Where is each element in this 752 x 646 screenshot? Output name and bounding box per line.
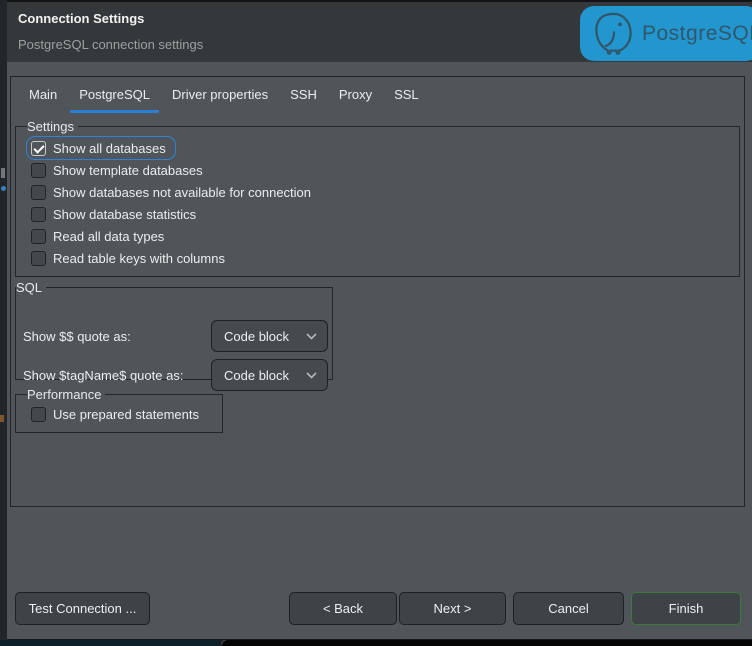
postgresql-elephant-icon bbox=[593, 11, 635, 57]
performance-group: Performance Use prepared statements bbox=[15, 387, 223, 433]
finish-button[interactable]: Finish bbox=[631, 592, 741, 625]
checkbox-label: Show template databases bbox=[53, 163, 203, 178]
check-icon bbox=[31, 207, 46, 222]
settings-group: Settings Show all databases Show templat… bbox=[15, 119, 740, 277]
dollar-quote-label: Show $$ quote as: bbox=[23, 329, 131, 344]
checkbox-show-database-statistics[interactable]: Show database statistics bbox=[27, 203, 205, 225]
checkbox-label: Read all data types bbox=[53, 229, 164, 244]
check-icon bbox=[31, 185, 46, 200]
next-button[interactable]: Next > bbox=[399, 592, 506, 625]
background-window-edge bbox=[0, 0, 7, 646]
check-icon bbox=[31, 407, 46, 422]
settings-group-legend: Settings bbox=[27, 119, 78, 134]
postgresql-logo-badge: PostgreSQL bbox=[580, 6, 752, 61]
test-connection-button[interactable]: Test Connection ... bbox=[15, 592, 150, 625]
check-icon bbox=[31, 229, 46, 244]
tagname-quote-label: Show $tagName$ quote as: bbox=[23, 368, 183, 383]
chevron-down-icon bbox=[306, 333, 317, 340]
tab-proxy[interactable]: Proxy bbox=[329, 77, 382, 113]
tab-driver-properties[interactable]: Driver properties bbox=[162, 77, 278, 113]
checkbox-label: Read table keys with columns bbox=[53, 251, 225, 266]
background-window-corner bbox=[222, 640, 752, 646]
sql-group: SQL Show $$ quote as: Code block Show $t… bbox=[15, 280, 333, 380]
chevron-down-icon bbox=[306, 372, 317, 379]
dropdown-value: Code block bbox=[224, 329, 306, 344]
dialog-header: Connection Settings PostgreSQL connectio… bbox=[7, 2, 752, 62]
cancel-button[interactable]: Cancel bbox=[513, 592, 624, 625]
tab-main[interactable]: Main bbox=[19, 77, 67, 113]
page-subtitle: PostgreSQL connection settings bbox=[18, 37, 203, 52]
page-title: Connection Settings bbox=[18, 11, 144, 26]
postgresql-logo-text: PostgreSQL bbox=[642, 22, 752, 46]
tab-ssh[interactable]: SSH bbox=[280, 77, 327, 113]
tagname-quote-dropdown[interactable]: Code block bbox=[211, 359, 328, 391]
back-button[interactable]: < Back bbox=[289, 592, 397, 625]
sql-group-legend: SQL bbox=[16, 280, 46, 295]
checkbox-read-all-data-types[interactable]: Read all data types bbox=[27, 225, 173, 247]
check-icon bbox=[31, 141, 46, 156]
tab-bar: Main PostgreSQL Driver properties SSH Pr… bbox=[11, 77, 744, 113]
checkbox-show-template-databases[interactable]: Show template databases bbox=[27, 159, 212, 181]
background-taskbar-strip bbox=[0, 640, 238, 646]
performance-group-legend: Performance bbox=[27, 387, 105, 402]
screen: Connection Settings PostgreSQL connectio… bbox=[0, 0, 752, 646]
checkbox-label: Show all databases bbox=[53, 141, 166, 156]
backdrop-artifact bbox=[1, 186, 6, 191]
checkbox-use-prepared-statements[interactable]: Use prepared statements bbox=[27, 403, 208, 425]
backdrop-artifact bbox=[0, 415, 4, 422]
checkbox-label: Use prepared statements bbox=[53, 407, 199, 422]
dollar-quote-dropdown[interactable]: Code block bbox=[211, 320, 328, 352]
settings-tab-panel: Main PostgreSQL Driver properties SSH Pr… bbox=[10, 76, 745, 507]
checkbox-label: Show database statistics bbox=[53, 207, 196, 222]
dropdown-value: Code block bbox=[224, 368, 306, 383]
connection-settings-dialog: Connection Settings PostgreSQL connectio… bbox=[7, 2, 752, 640]
check-icon bbox=[31, 163, 46, 178]
checkbox-label: Show databases not available for connect… bbox=[53, 185, 311, 200]
checkbox-show-all-databases[interactable]: Show all databases bbox=[27, 137, 175, 159]
checkbox-show-databases-not-available[interactable]: Show databases not available for connect… bbox=[27, 181, 320, 203]
tab-postgresql[interactable]: PostgreSQL bbox=[69, 77, 160, 113]
checkbox-read-table-keys[interactable]: Read table keys with columns bbox=[27, 247, 234, 269]
tab-ssl[interactable]: SSL bbox=[384, 77, 429, 113]
check-icon bbox=[31, 251, 46, 266]
backdrop-artifact bbox=[1, 168, 5, 178]
